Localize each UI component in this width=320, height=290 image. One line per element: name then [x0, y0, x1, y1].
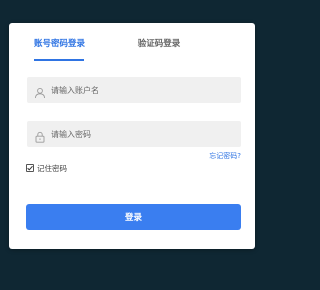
login-card: 账号密码登录 验证码登录 忘记密码? 记住密码	[9, 23, 255, 249]
remember-password[interactable]: 记住密码	[26, 163, 67, 173]
username-input[interactable]	[51, 77, 235, 103]
remember-checkbox[interactable]	[26, 164, 34, 172]
active-tab-indicator	[34, 59, 84, 61]
check-icon	[27, 165, 33, 171]
username-field[interactable]	[27, 77, 241, 103]
password-field[interactable]	[27, 121, 241, 147]
lock-icon	[34, 128, 46, 143]
remember-label: 记住密码	[37, 163, 67, 173]
forgot-password-link[interactable]: 忘记密码?	[209, 151, 241, 161]
password-input[interactable]	[51, 121, 235, 147]
user-icon	[34, 84, 46, 99]
tab-verification-code[interactable]: 验证码登录	[134, 37, 184, 49]
login-button[interactable]: 登录	[26, 204, 241, 230]
tab-account-password[interactable]: 账号密码登录	[34, 37, 85, 49]
login-tabs: 账号密码登录 验证码登录	[9, 23, 255, 61]
